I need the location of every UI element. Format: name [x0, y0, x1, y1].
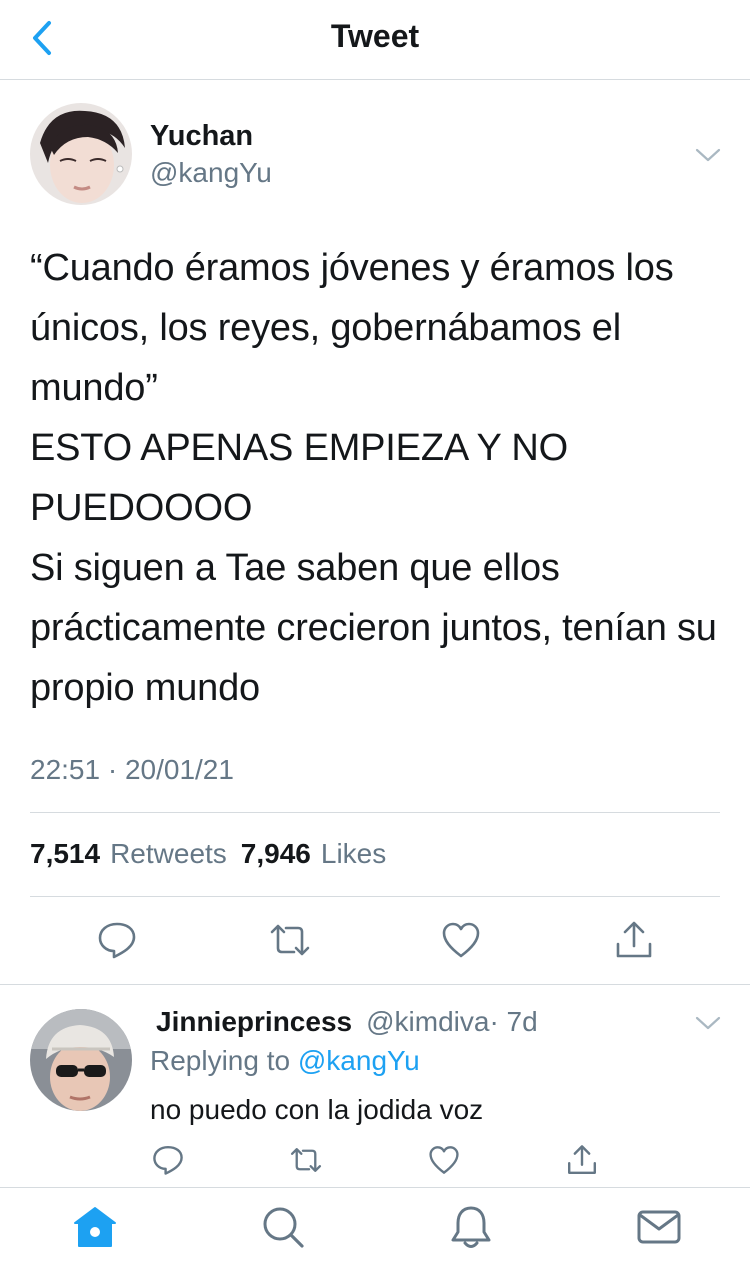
- reply-button[interactable]: [95, 918, 139, 962]
- divider: [30, 812, 720, 813]
- search-icon: [263, 1207, 304, 1248]
- tweet-actions: [0, 918, 750, 964]
- retweets-count[interactable]: 7,514: [30, 838, 100, 870]
- reply-author-avatar[interactable]: [30, 1009, 132, 1111]
- retweet-icon: [270, 924, 310, 956]
- home-icon: [74, 1207, 116, 1247]
- comment-icon: [98, 922, 136, 959]
- mail-icon: [637, 1210, 681, 1244]
- share-icon: [616, 921, 652, 958]
- like-button[interactable]: [439, 918, 483, 962]
- reply-age: · 7d: [489, 1006, 538, 1037]
- top-bar: Tweet: [0, 0, 750, 80]
- likes-label[interactable]: Likes: [321, 838, 386, 870]
- replying-mention[interactable]: @kangYu: [298, 1045, 420, 1076]
- bell-icon: [451, 1206, 491, 1248]
- reply-reply-button[interactable]: [150, 1142, 186, 1178]
- tweet-text: “Cuando éramos jóvenes y éramos los únic…: [30, 247, 717, 709]
- reply-text: no puedo con la jodida voz: [150, 1094, 484, 1125]
- replying-prefix: Replying to: [150, 1045, 291, 1076]
- divider: [30, 896, 720, 897]
- page-title: Tweet: [330, 18, 420, 54]
- reply-author-name[interactable]: Jinnieprincess: [156, 1006, 352, 1037]
- author-name[interactable]: Yuchan: [150, 120, 253, 153]
- replying-to: Replying to @kangYu: [150, 1045, 420, 1077]
- tab-notifications[interactable]: [446, 1202, 496, 1252]
- reply-like-button[interactable]: [426, 1142, 462, 1178]
- reply-options-button[interactable]: [693, 1008, 723, 1038]
- tweet-timestamp: 22:51 · 20/01/21: [30, 754, 234, 785]
- author-avatar[interactable]: [30, 103, 132, 205]
- retweet-button[interactable]: [268, 918, 312, 962]
- tweet-stats: 7,514 Retweets 7,946 Likes: [30, 838, 400, 870]
- reply-header: Jinnieprincess @kimdiva· 7d: [156, 1006, 538, 1038]
- heart-icon: [429, 1146, 459, 1174]
- chevron-down-icon: [695, 1016, 721, 1030]
- tab-home[interactable]: [70, 1202, 120, 1252]
- reply-retweet-button[interactable]: [288, 1142, 324, 1178]
- retweet-icon: [290, 1148, 322, 1172]
- reply-share-button[interactable]: [564, 1142, 600, 1178]
- comment-icon: [153, 1146, 183, 1175]
- heart-icon: [442, 922, 480, 958]
- bottom-tab-bar: [0, 1188, 750, 1286]
- share-button[interactable]: [612, 918, 656, 962]
- chevron-down-icon: [695, 148, 721, 162]
- share-icon: [568, 1145, 596, 1174]
- tab-messages[interactable]: [634, 1202, 684, 1252]
- author-handle[interactable]: @kangYu: [150, 157, 272, 189]
- reply-author-handle[interactable]: @kimdiva: [366, 1006, 489, 1037]
- divider: [0, 984, 750, 985]
- tweet-options-button[interactable]: [693, 140, 723, 170]
- reply-actions: [0, 1142, 750, 1182]
- likes-count[interactable]: 7,946: [241, 838, 311, 870]
- retweets-label[interactable]: Retweets: [110, 838, 227, 870]
- tab-search[interactable]: [258, 1202, 308, 1252]
